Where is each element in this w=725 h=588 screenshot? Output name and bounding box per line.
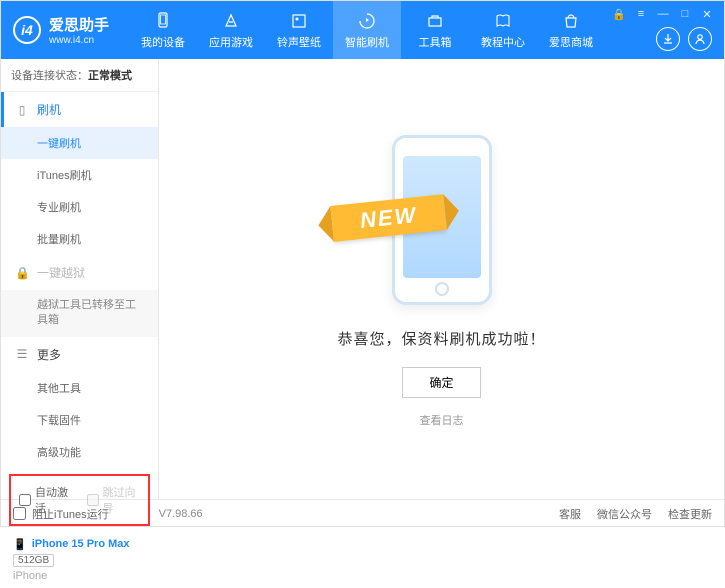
window-controls: 🔒 ≡ — □ ✕	[612, 7, 714, 21]
logo-subtitle: www.i4.cn	[49, 35, 109, 46]
connection-status: 设备连接状态：正常模式	[1, 59, 158, 92]
close-icon[interactable]: ✕	[700, 7, 714, 21]
sidebar-item-itunes-flash[interactable]: iTunes刷机	[1, 159, 158, 191]
sidebar-group-jailbreak: 🔒 一键越狱	[1, 255, 158, 290]
device-capacity: 512GB	[13, 554, 54, 567]
menu-icon[interactable]: ≡	[634, 7, 648, 21]
nav-toolbox[interactable]: 工具箱	[401, 1, 469, 59]
jailbreak-note: 越狱工具已转移至工具箱	[1, 290, 158, 337]
sidebar-group-flash[interactable]: ▯ 刷机	[1, 92, 158, 127]
user-circle-icon[interactable]	[688, 27, 712, 51]
main-content: NEW 恭喜您，保资料刷机成功啦！ 确定 查看日志	[159, 59, 724, 499]
version-label: V7.98.66	[159, 508, 203, 520]
sidebar-item-other-tools[interactable]: 其他工具	[1, 372, 158, 404]
nav-my-device[interactable]: 我的设备	[129, 1, 197, 59]
device-type: iPhone	[13, 570, 146, 582]
success-illustration: NEW	[342, 130, 542, 310]
footer-check-update[interactable]: 检查更新	[668, 506, 712, 522]
sidebar-item-onekey-flash[interactable]: 一键刷机	[1, 127, 158, 159]
lock-icon[interactable]: 🔒	[612, 7, 626, 21]
confirm-button[interactable]: 确定	[402, 367, 480, 398]
logo: i4 爱思助手 www.i4.cn	[13, 14, 109, 46]
block-itunes-checkbox[interactable]: 阻止iTunes运行	[13, 506, 109, 522]
view-log-link[interactable]: 查看日志	[420, 412, 464, 428]
nav-store[interactable]: 爱思商城	[537, 1, 605, 59]
wallpaper-icon	[289, 11, 309, 31]
book-icon	[493, 11, 513, 31]
logo-title: 爱思助手	[49, 14, 109, 35]
minimize-icon[interactable]: —	[656, 7, 670, 21]
sidebar-item-pro-flash[interactable]: 专业刷机	[1, 191, 158, 223]
store-icon	[561, 11, 581, 31]
nav-apps[interactable]: 应用游戏	[197, 1, 265, 59]
sidebar-group-more[interactable]: ☰ 更多	[1, 337, 158, 372]
toolbox-icon	[425, 11, 445, 31]
logo-icon: i4	[13, 16, 41, 44]
nav-ringtones[interactable]: 铃声壁纸	[265, 1, 333, 59]
device-info: 📱 iPhone 15 Pro Max 512GB iPhone	[1, 532, 158, 588]
flash-icon	[357, 11, 377, 31]
phone-icon: ▯	[15, 103, 29, 117]
app-header: i4 爱思助手 www.i4.cn 我的设备 应用游戏 铃声壁纸 智能刷机 工具…	[1, 1, 724, 59]
success-message: 恭喜您，保资料刷机成功啦！	[337, 328, 545, 349]
sidebar-item-advanced[interactable]: 高级功能	[1, 436, 158, 468]
nav-flash[interactable]: 智能刷机	[333, 1, 401, 59]
footer-support[interactable]: 客服	[559, 506, 581, 522]
lock-small-icon: 🔒	[15, 266, 29, 280]
sidebar: 设备连接状态：正常模式 ▯ 刷机 一键刷机 iTunes刷机 专业刷机 批量刷机…	[1, 59, 159, 499]
device-icon	[153, 11, 173, 31]
more-icon: ☰	[15, 347, 29, 361]
maximize-icon[interactable]: □	[678, 7, 692, 21]
device-name[interactable]: 📱 iPhone 15 Pro Max	[13, 538, 146, 551]
apps-icon	[221, 11, 241, 31]
sidebar-item-batch-flash[interactable]: 批量刷机	[1, 223, 158, 255]
footer-wechat[interactable]: 微信公众号	[597, 506, 652, 522]
sidebar-item-download-firmware[interactable]: 下载固件	[1, 404, 158, 436]
nav-tutorials[interactable]: 教程中心	[469, 1, 537, 59]
download-circle-icon[interactable]	[656, 27, 680, 51]
phone-small-icon: 📱	[13, 538, 27, 551]
